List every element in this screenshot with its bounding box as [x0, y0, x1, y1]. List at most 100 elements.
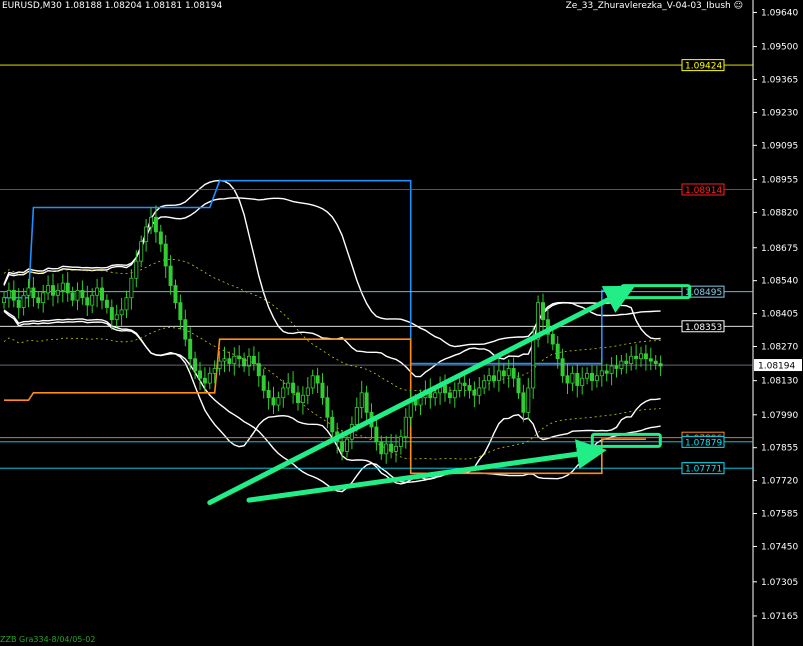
- y-tick-label-2: 1.09365: [761, 75, 798, 85]
- candle: [320, 373, 325, 405]
- candle-body: [256, 363, 261, 377]
- candle-body: [212, 368, 217, 374]
- candle-body: [359, 392, 364, 408]
- candle: [100, 277, 105, 310]
- candle-body: [550, 333, 555, 345]
- indicator-label: Ze_33_Zhuravlerezka_V-04-03_Ibush: [565, 1, 731, 11]
- candle-body: [124, 297, 129, 311]
- candle-body: [580, 377, 585, 386]
- candle: [482, 374, 487, 395]
- candle: [95, 278, 100, 308]
- candle-body: [629, 355, 634, 364]
- candle: [560, 348, 565, 383]
- candle-body: [340, 441, 345, 452]
- candle-body: [300, 394, 305, 403]
- candle-body: [286, 382, 291, 389]
- y-tick-label-6: 1.08820: [761, 208, 798, 218]
- candle: [609, 356, 614, 386]
- y-tick-label-17: 1.07305: [761, 578, 798, 588]
- candle: [237, 345, 242, 368]
- candle-body: [531, 338, 536, 389]
- candle: [580, 367, 585, 395]
- candle: [325, 385, 330, 429]
- candle-body: [653, 360, 658, 364]
- candle: [570, 366, 575, 392]
- candle-body: [75, 290, 80, 301]
- candle: [521, 384, 526, 423]
- candle-body: [168, 265, 173, 286]
- candle-body: [119, 309, 124, 316]
- candle: [300, 386, 305, 415]
- candle-body: [261, 375, 266, 391]
- candle-body: [442, 385, 447, 394]
- price-level-label-0: 1.09424: [685, 62, 722, 72]
- candle-body: [575, 372, 580, 386]
- candle: [114, 304, 119, 327]
- candle: [491, 365, 496, 388]
- candle: [6, 282, 11, 308]
- candle-body: [246, 355, 251, 367]
- y-tick-label-14: 1.07720: [761, 477, 798, 487]
- y-tick-label-11: 1.08130: [761, 377, 798, 387]
- candle: [281, 379, 286, 408]
- candle-body: [462, 382, 467, 386]
- candle: [41, 284, 46, 313]
- candle: [85, 285, 90, 317]
- chart-window[interactable]: 1.09640 1.09500 1.09365 1.09230 1.09095 1.089…: [0, 0, 803, 646]
- candle: [511, 357, 516, 388]
- candle-body: [516, 377, 521, 394]
- price-level-label-5: 1.07879: [685, 438, 722, 448]
- candle-body: [398, 436, 403, 447]
- candle: [315, 367, 320, 394]
- candle: [467, 378, 472, 399]
- candle-body: [614, 365, 619, 369]
- candle-body: [599, 370, 604, 377]
- candle: [266, 381, 271, 410]
- candle: [178, 294, 183, 330]
- candle-body: [163, 243, 168, 267]
- candle: [251, 346, 256, 371]
- orange-step-channel: [4, 338, 646, 475]
- candle-body: [31, 287, 36, 299]
- candle: [119, 297, 124, 326]
- candle: [246, 348, 251, 377]
- candle: [291, 371, 296, 404]
- candle: [590, 365, 595, 391]
- candle: [158, 224, 163, 253]
- candle: [31, 277, 36, 307]
- candle-body: [457, 382, 462, 391]
- candle: [653, 355, 658, 370]
- candle-body: [403, 416, 408, 438]
- price-level-label-6: 1.07771: [685, 465, 722, 475]
- candle-body: [276, 397, 281, 406]
- candle-body: [315, 375, 320, 384]
- current-price-label: 1.08194: [758, 362, 795, 372]
- candle-body: [2, 297, 7, 304]
- candle-body: [173, 285, 178, 304]
- candle-body: [354, 407, 359, 425]
- annotation-arrow-0: [207, 285, 636, 506]
- price-chart[interactable]: 1.09640 1.09500 1.09365 1.09230 1.09095 1.089…: [0, 0, 803, 646]
- candle: [643, 344, 648, 371]
- candle-body: [197, 370, 202, 379]
- y-tick-label-9: 1.08405: [761, 310, 798, 320]
- candle: [227, 351, 232, 372]
- candle: [472, 381, 477, 408]
- candle: [55, 283, 60, 304]
- candle-body: [26, 287, 31, 296]
- candle: [80, 280, 85, 305]
- candle-body: [521, 392, 526, 413]
- candle-body: [16, 299, 21, 308]
- candle-body: [374, 426, 379, 443]
- candle-body: [418, 397, 423, 406]
- candle: [261, 368, 266, 399]
- candle: [629, 346, 634, 371]
- candle: [2, 291, 7, 309]
- candle: [168, 255, 173, 295]
- candle-body: [379, 441, 384, 455]
- candle-body: [320, 382, 325, 399]
- candle: [614, 355, 619, 378]
- y-tick-label-0: 1.09640: [761, 8, 798, 18]
- y-tick-label-10: 1.08270: [761, 343, 798, 353]
- ohlc-values: 1.08188 1.08204 1.08181 1.08194: [64, 1, 223, 11]
